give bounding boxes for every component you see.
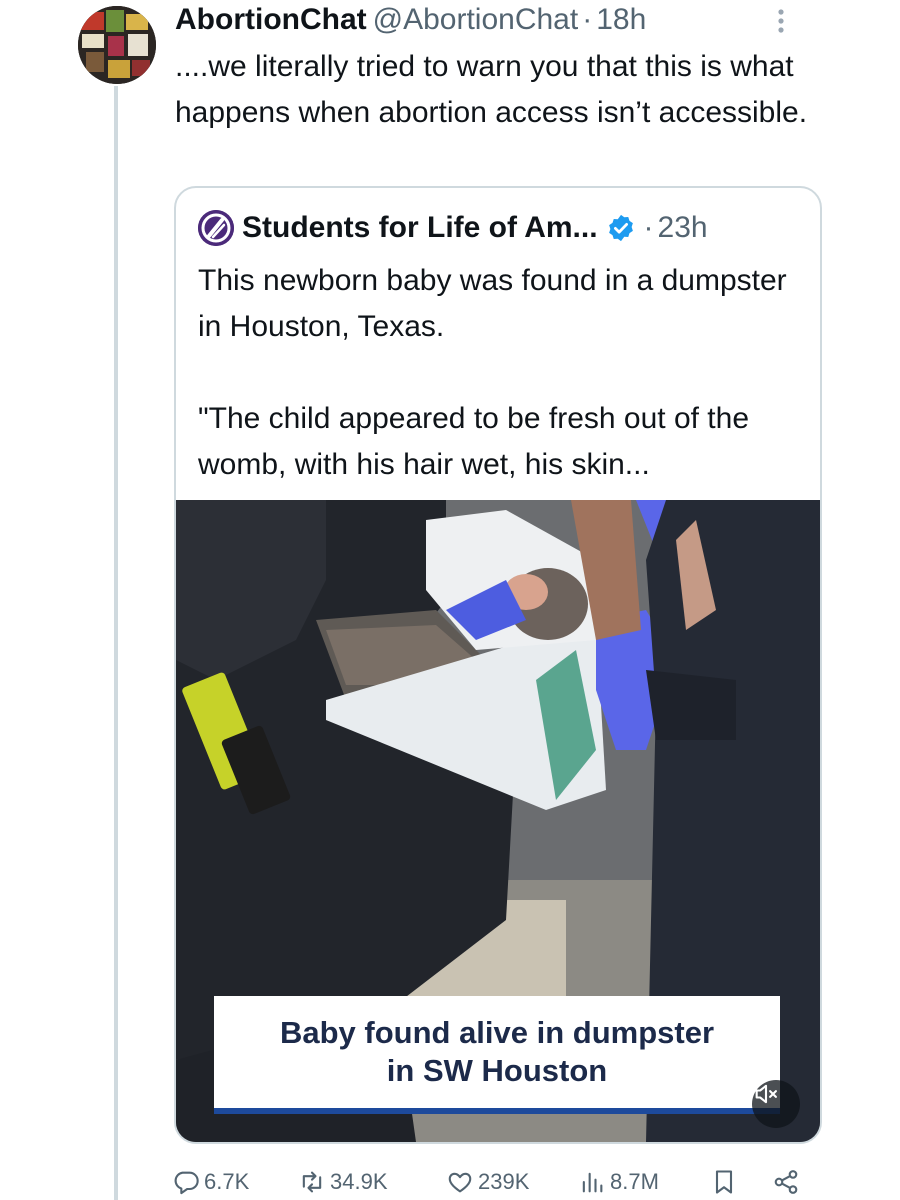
share-icon <box>774 1170 798 1194</box>
bookmark-icon <box>715 1170 733 1194</box>
tweet-header: AbortionChat @AbortionChat · 18h <box>175 2 646 42</box>
quote-header: Students for Life of Am... · 23h <box>198 208 708 248</box>
heart-icon <box>448 1172 472 1193</box>
speaker-muted-icon <box>755 1084 777 1104</box>
mute-toggle-button[interactable] <box>752 1080 800 1128</box>
caption-line-2: in SW Houston <box>386 1053 608 1088</box>
reply-button[interactable]: 6.7K <box>172 1164 249 1200</box>
reply-count: 6.7K <box>204 1169 250 1194</box>
share-button[interactable] <box>772 1164 804 1200</box>
reply-icon <box>174 1171 199 1195</box>
like-button[interactable]: 239K <box>446 1164 529 1200</box>
display-name[interactable]: AbortionChat <box>175 2 367 38</box>
avatar[interactable] <box>78 6 156 84</box>
handle[interactable]: @AbortionChat <box>373 2 579 38</box>
avatar-collage-icon <box>78 6 156 84</box>
quote-display-name[interactable]: Students for Life of Am... <box>242 211 598 245</box>
views-button[interactable]: 8.7M <box>578 1164 659 1200</box>
more-options-icon[interactable] <box>768 6 794 36</box>
quote-timestamp[interactable]: 23h <box>658 211 708 245</box>
repost-count: 34.9K <box>330 1169 388 1194</box>
view-count: 8.7M <box>610 1169 659 1194</box>
repost-icon <box>302 1171 322 1193</box>
video-caption: Baby found alive in dumpster in SW Houst… <box>214 996 780 1114</box>
repost-button[interactable]: 34.9K <box>298 1164 388 1200</box>
quote-avatar[interactable] <box>198 210 234 246</box>
like-count: 239K <box>478 1169 530 1194</box>
caption-line-1: Baby found alive in dumpster <box>279 1015 715 1050</box>
quoted-tweet[interactable]: Students for Life of Am... · 23h This ne… <box>174 186 822 1144</box>
separator-dot: · <box>582 3 593 36</box>
tweet-text: ....we literally tried to warn you that … <box>175 50 808 129</box>
tweet-actions: 6.7K 34.9K 239K 8.7M <box>172 1164 812 1200</box>
views-chart-icon <box>582 1172 603 1193</box>
verified-badge-icon <box>608 214 633 242</box>
video-player[interactable]: Baby found alive in dumpster in SW Houst… <box>176 500 820 1142</box>
timestamp[interactable]: 18h <box>596 2 646 38</box>
bookmark-button[interactable] <box>710 1164 742 1200</box>
quote-separator-dot: · <box>643 211 654 244</box>
students-for-life-logo-icon <box>198 210 234 246</box>
quote-text: This newborn baby was found in a dumpste… <box>198 264 787 481</box>
thread-line <box>114 86 118 1200</box>
